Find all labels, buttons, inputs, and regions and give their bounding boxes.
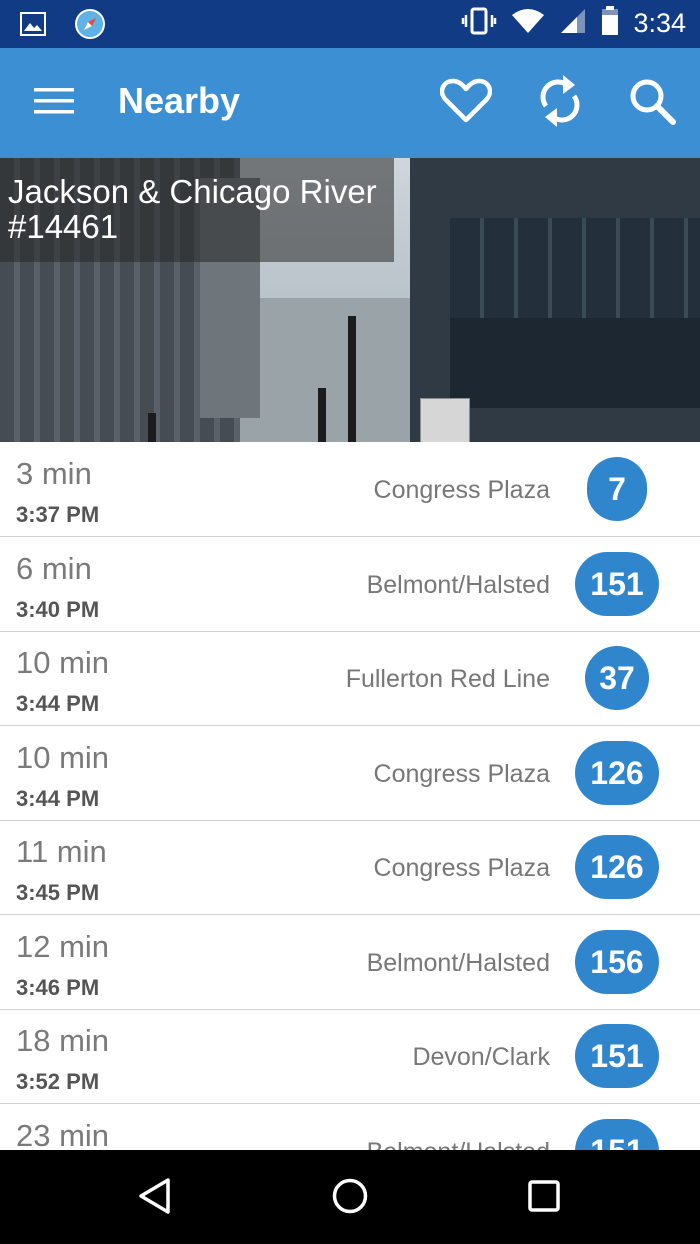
arrival-row[interactable]: 18 min 3:52 PM Devon/Clark 151 [0,1009,700,1104]
menu-button[interactable] [22,73,86,133]
street-view-sign [420,398,470,442]
street-view-post [148,413,156,442]
back-icon [137,1177,173,1220]
route-badge: 37 [585,646,649,710]
arrival-row[interactable]: 23 min Belmont/Halsted 151 [0,1104,700,1150]
arrival-eta: 10 min [16,645,110,680]
arrival-row[interactable]: 10 min 3:44 PM Congress Plaza 126 [0,726,700,821]
arrival-time: 3:45 PM [16,880,100,905]
arrival-time: 3:37 PM [16,502,100,527]
street-view-traffic-pole [318,388,326,442]
stop-name-overlay: Jackson & Chicago River #14461 [0,158,394,262]
search-button[interactable] [620,73,684,133]
favorite-button[interactable] [434,73,498,133]
arrival-destination: Belmont/Halsted [366,571,550,599]
route-badge: 156 [575,930,659,994]
route-badge: 151 [575,1119,659,1150]
heart-icon [439,78,493,129]
home-icon [331,1177,369,1220]
route-badge: 7 [587,457,647,521]
route-badge: 151 [575,1024,659,1088]
wifi-icon [511,7,545,40]
arrival-time: 3:52 PM [16,1069,100,1094]
street-view-canopy [450,318,700,408]
arrivals-list: 3 min 3:37 PM Congress Plaza 7 6 min 3:4… [0,442,700,1150]
arrival-row[interactable]: 3 min 3:37 PM Congress Plaza 7 [0,442,700,537]
status-time: 3:34 [633,8,686,38]
stop-street-view[interactable]: Jackson & Chicago River #14461 [0,158,700,442]
battery-icon [601,6,619,41]
arrival-eta: 23 min [16,1118,110,1150]
refresh-icon [537,74,583,133]
arrival-eta: 10 min [16,740,110,775]
route-badge: 126 [575,741,659,805]
arrival-row[interactable]: 11 min 3:45 PM Congress Plaza 126 [0,820,700,915]
compass-icon [74,8,106,45]
refresh-button[interactable] [528,73,592,133]
arrival-eta: 18 min [16,1023,110,1058]
vibrate-icon [461,7,497,40]
signal-icon [559,7,587,40]
arrival-destination: Devon/Clark [412,1043,550,1071]
app-bar: Nearby [0,48,700,158]
image-icon [20,12,46,41]
arrival-row[interactable]: 10 min 3:44 PM Fullerton Red Line 37 [0,631,700,726]
search-icon [628,77,676,130]
arrival-time: 3:44 PM [16,786,100,811]
arrival-time: 3:44 PM [16,691,100,716]
arrival-time: 3:46 PM [16,975,100,1000]
street-view-lamp-pole [348,316,356,442]
arrival-destination: Belmont/Halsted [367,1138,550,1150]
arrival-destination: Congress Plaza [373,854,550,882]
arrival-destination: Congress Plaza [373,760,550,788]
recents-icon [527,1179,561,1218]
arrival-eta: 3 min [16,456,92,491]
arrival-destination: Congress Plaza [373,476,550,504]
arrival-row[interactable]: 6 min 3:40 PM Belmont/Halsted 151 [0,537,700,632]
arrival-eta: 6 min [16,551,92,586]
home-button[interactable] [326,1174,374,1222]
arrival-destination: Fullerton Red Line [345,665,550,693]
arrival-eta: 11 min [16,834,107,869]
arrival-time: 3:40 PM [16,597,100,622]
arrival-eta: 12 min [16,929,110,964]
arrival-row[interactable]: 12 min 3:46 PM Belmont/Halsted 156 [0,915,700,1010]
route-badge: 151 [575,552,659,616]
route-badge: 126 [575,835,659,899]
stop-id: #14461 [8,208,119,245]
page-title: Nearby [118,80,241,121]
recents-button[interactable] [520,1174,568,1222]
menu-icon [33,87,75,120]
arrival-destination: Belmont/Halsted [366,949,550,977]
stop-name: Jackson & Chicago River [8,173,377,210]
system-nav-bar [0,1150,700,1244]
back-button[interactable] [131,1174,179,1222]
status-bar: 3:34 [0,0,700,48]
